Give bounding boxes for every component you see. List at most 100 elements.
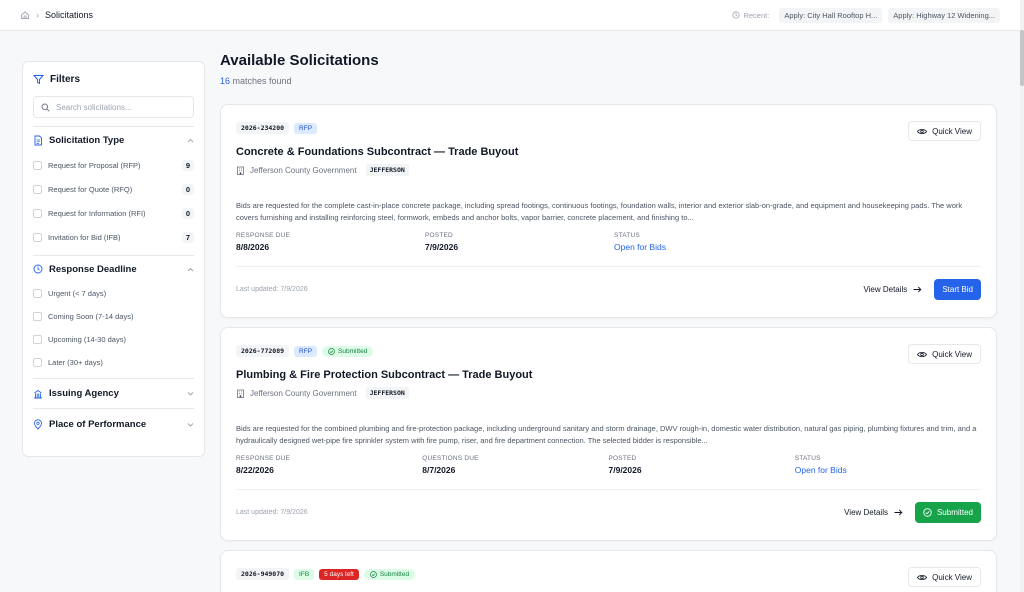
count-badge: 7 [181,231,194,243]
type-badge: RFP [294,122,318,134]
agency-name: Jefferson County Government [250,165,357,175]
posted-value: 7/9/2026 [608,465,642,475]
submitted-badge: Submitted [322,345,374,357]
solicitation-title[interactable]: Plumbing & Fire Protection Subcontract —… [236,369,981,381]
filter-option-upcoming[interactable]: Upcoming (14-30 days) [33,328,194,351]
arrow-right-icon [913,286,922,293]
solicitation-id: 2026-772089 [236,345,290,357]
solicitation-card: 2026-772089 RFP Submitted Quick View Plu… [220,327,997,541]
filter-option-ifb[interactable]: Invitation for Bid (IFB) 7 [33,225,194,249]
checkbox[interactable] [33,289,42,298]
checkbox[interactable] [33,184,42,194]
solicitation-card: 2026-949070 IFB 5 days left Submitted Qu… [220,550,997,592]
county-badge: JEFFERSON [365,164,409,176]
type-badge: IFB [294,568,315,580]
checkbox[interactable] [33,208,42,218]
filter-option-later[interactable]: Later (30+ days) [33,351,194,374]
eye-icon [917,351,928,358]
checkbox[interactable] [33,312,42,321]
checkbox[interactable] [33,358,42,367]
view-details-link[interactable]: View Details [844,508,903,517]
solicitation-type-header[interactable]: Solicitation Type [33,127,194,153]
filter-option-coming-soon[interactable]: Coming Soon (7-14 days) [33,305,194,328]
building-icon [236,389,245,398]
scrollbar[interactable] [1020,0,1024,592]
issuing-agency-section: Issuing Agency [33,378,194,408]
card-footer: Last updated: 7/9/2026 View Details Subm… [236,489,981,535]
submitted-button[interactable]: Submitted [914,502,981,523]
count-badge: 0 [181,207,194,219]
building-icon [236,166,245,175]
county-badge: JEFFERSON [365,387,409,399]
arrow-right-icon [894,509,903,516]
recent-item[interactable]: Apply: City Hall Rooftop H... [779,7,883,23]
questions-due-value: 8/7/2026 [422,465,456,475]
quick-view-button[interactable]: Quick View [908,567,981,587]
place-of-performance-section: Place of Performance [33,408,194,440]
filter-option-urgent[interactable]: Urgent (< 7 days) [33,282,194,305]
count-badge: 0 [181,183,194,195]
response-due-value: 8/8/2026 [236,242,270,252]
solicitation-id: 2026-234200 [236,122,290,134]
filters-panel: Filters Search solicitations... Solicita… [22,61,205,457]
filters-title: Filters [50,73,81,85]
breadcrumb: › Solicitations [20,10,93,20]
place-of-performance-header[interactable]: Place of Performance [33,409,194,440]
checkbox[interactable] [33,335,42,344]
filter-option-rfi[interactable]: Request for Information (RFI) 0 [33,201,194,225]
solicitation-card: 2026-234200 RFP Quick View Concrete & Fo… [220,104,997,318]
chevron-up-icon [187,138,194,143]
filter-option-rfp[interactable]: Request for Proposal (RFP) 9 [33,153,194,177]
filters-header: Filters [33,62,194,96]
chevron-down-icon [187,422,194,427]
check-circle-icon [923,508,932,517]
solicitation-title[interactable]: Concrete & Foundations Subcontract — Tra… [236,146,981,158]
last-updated: Last updated: 7/9/2026 [236,286,308,293]
agency-row: Jefferson County Government JEFFERSON [236,164,981,176]
view-details-link[interactable]: View Details [863,285,922,294]
quick-view-button[interactable]: Quick View [908,121,981,141]
last-updated: Last updated: 7/9/2026 [236,509,308,516]
filter-search-input[interactable]: Search solicitations... [33,96,194,118]
scrollbar-thumb[interactable] [1020,30,1024,86]
breadcrumb-current: Solicitations [45,10,94,20]
map-pin-icon [33,419,43,430]
agency-name: Jefferson County Government [250,388,357,398]
count-badge: 9 [181,159,194,171]
chevron-up-icon [187,267,194,272]
checkbox[interactable] [33,160,42,170]
agency-row: Jefferson County Government JEFFERSON [236,387,981,399]
recent-item[interactable]: Apply: Highway 12 Widening... [888,7,1000,23]
card-footer: Last updated: 7/9/2026 View Details Star… [236,266,981,312]
start-bid-button[interactable]: Start Bid [934,279,981,300]
eye-icon [917,128,928,135]
checkbox[interactable] [33,232,42,242]
solicitation-type-section: Solicitation Type Request for Proposal (… [33,126,194,249]
recent-label: Recent: [743,10,770,20]
eye-icon [917,574,928,581]
top-bar: › Solicitations Recent: Apply: City Hall… [0,0,1020,31]
status-value: Open for Bids [794,465,847,475]
filter-icon [33,74,44,85]
home-icon[interactable] [20,10,30,20]
issuing-agency-header[interactable]: Issuing Agency [33,379,194,408]
days-left-badge: 5 days left [319,568,359,580]
response-deadline-section: Response Deadline Urgent (< 7 days) Comi… [33,255,194,374]
filter-option-rfq[interactable]: Request for Quote (RFQ) 0 [33,177,194,201]
solicitation-description: Bids are requested for the combined plum… [236,424,977,445]
search-icon [41,103,50,112]
type-badge: RFP [294,345,318,357]
building-icon [33,389,43,399]
chevron-down-icon [187,391,194,396]
meta-row: RESPONSE DUE 8/8/2026 POSTED 7/9/2026 STAT… [236,232,981,252]
quick-view-button[interactable]: Quick View [908,344,981,364]
solicitation-description: Bids are requested for the complete cast… [236,201,963,222]
solicitation-id: 2026-949070 [236,568,290,580]
match-count: 16 matches found [220,76,292,86]
response-deadline-header[interactable]: Response Deadline [33,256,194,282]
response-due-value: 8/22/2026 [236,465,274,475]
recent-list: Recent: Apply: City Hall Rooftop H... Ap… [732,7,1000,23]
submitted-badge: Submitted [363,568,416,580]
meta-row: RESPONSE DUE 8/22/2026 QUESTIONS DUE 8/7/2… [236,455,981,475]
chevron-right-icon: › [36,10,39,20]
